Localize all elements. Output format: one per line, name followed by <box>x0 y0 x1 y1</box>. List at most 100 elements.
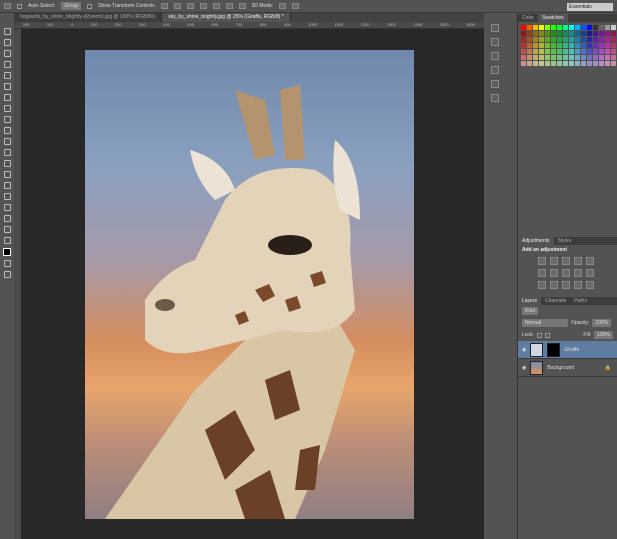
adjustment-icon[interactable] <box>550 269 558 277</box>
swatch[interactable] <box>527 31 532 36</box>
healing-tool[interactable] <box>3 94 11 101</box>
fill-field[interactable]: 100% <box>594 331 613 339</box>
adjustment-icon[interactable] <box>538 281 546 289</box>
swatch[interactable] <box>551 37 556 42</box>
swatch[interactable] <box>533 49 538 54</box>
swatch[interactable] <box>563 43 568 48</box>
swatch[interactable] <box>569 37 574 42</box>
swatch[interactable] <box>551 25 556 30</box>
swatch[interactable] <box>611 55 616 60</box>
swatch[interactable] <box>539 61 544 66</box>
pen-tool[interactable] <box>3 182 11 189</box>
lock-position-icon[interactable] <box>544 332 550 338</box>
brush-tool[interactable] <box>3 105 11 112</box>
move-tool-icon[interactable] <box>4 3 11 9</box>
tab-styles[interactable]: Styles <box>554 237 576 245</box>
swatch[interactable] <box>599 37 604 42</box>
auto-select-checkbox[interactable] <box>17 3 22 9</box>
swatch[interactable] <box>527 55 532 60</box>
swatch[interactable] <box>581 37 586 42</box>
blur-tool[interactable] <box>3 160 11 167</box>
swatch[interactable] <box>593 55 598 60</box>
swatch[interactable] <box>539 55 544 60</box>
tab-sky-giraffe[interactable]: sky_by_shine_brightly.jpg @ 25% (Giraffe… <box>162 13 291 22</box>
swatch[interactable] <box>533 55 538 60</box>
path-select-tool[interactable] <box>3 204 11 211</box>
layer-background[interactable]: ◉ Background 🔒 <box>518 359 617 377</box>
swatch[interactable] <box>557 49 562 54</box>
swatch[interactable] <box>521 61 526 66</box>
swatch[interactable] <box>575 61 580 66</box>
swatch[interactable] <box>557 55 562 60</box>
3d-pan-icon[interactable] <box>292 3 300 9</box>
swatch[interactable] <box>563 31 568 36</box>
layer-mask-thumbnail[interactable] <box>547 342 561 357</box>
swatch[interactable] <box>587 49 592 54</box>
swatch[interactable] <box>557 25 562 30</box>
swatch[interactable] <box>593 31 598 36</box>
history-icon[interactable] <box>491 24 499 32</box>
adjustment-icon[interactable] <box>550 281 558 289</box>
paragraph-icon[interactable] <box>491 66 499 74</box>
swatch[interactable] <box>563 25 568 30</box>
opacity-field[interactable]: 100% <box>592 319 612 327</box>
swatch[interactable] <box>545 25 550 30</box>
swatch[interactable] <box>611 49 616 54</box>
eyedropper-tool[interactable] <box>3 83 11 90</box>
swatch[interactable] <box>521 31 526 36</box>
swatch[interactable] <box>539 43 544 48</box>
distribute-h-icon[interactable] <box>212 3 220 9</box>
distribute-icon[interactable] <box>199 3 207 9</box>
swatch[interactable] <box>575 43 580 48</box>
swatch[interactable] <box>557 61 562 66</box>
properties-icon[interactable] <box>491 80 499 88</box>
align-middle-icon[interactable] <box>173 3 181 9</box>
zoom-tool[interactable] <box>3 237 11 244</box>
swatch[interactable] <box>593 37 598 42</box>
swatch[interactable] <box>605 55 610 60</box>
tab-channels[interactable]: Channels <box>541 297 570 305</box>
swatch[interactable] <box>557 31 562 36</box>
swatch[interactable] <box>575 37 580 42</box>
swatch[interactable] <box>569 49 574 54</box>
swatch[interactable] <box>611 37 616 42</box>
swatch[interactable] <box>545 61 550 66</box>
swatch[interactable] <box>605 61 610 66</box>
tab-paths[interactable]: Paths <box>570 297 591 305</box>
quick-mask-button[interactable] <box>3 260 11 267</box>
adjustment-icon[interactable] <box>586 257 594 265</box>
swatch[interactable] <box>605 25 610 30</box>
adjustment-icon[interactable] <box>562 269 570 277</box>
swatch[interactable] <box>527 37 532 42</box>
swatch[interactable] <box>569 61 574 66</box>
swatch[interactable] <box>575 25 580 30</box>
swatch[interactable] <box>605 43 610 48</box>
swatch[interactable] <box>593 61 598 66</box>
swatch[interactable] <box>599 25 604 30</box>
swatch[interactable] <box>527 61 532 66</box>
adjustment-icon[interactable] <box>586 269 594 277</box>
workspace-dropdown[interactable]: Essentials <box>567 3 613 11</box>
swatch[interactable] <box>527 43 532 48</box>
adjustment-icon[interactable] <box>574 281 582 289</box>
swatch[interactable] <box>593 49 598 54</box>
swatch[interactable] <box>599 61 604 66</box>
swatch[interactable] <box>527 49 532 54</box>
swatch[interactable] <box>545 43 550 48</box>
swatch[interactable] <box>575 49 580 54</box>
swatch[interactable] <box>611 25 616 30</box>
visibility-eye-icon[interactable]: ◉ <box>522 347 526 353</box>
swatch[interactable] <box>533 25 538 30</box>
actions-icon[interactable] <box>491 38 499 46</box>
screen-mode-button[interactable] <box>3 271 11 278</box>
swatch[interactable] <box>605 31 610 36</box>
swatch[interactable] <box>533 37 538 42</box>
type-tool[interactable] <box>3 193 11 200</box>
swatch[interactable] <box>587 37 592 42</box>
adjustment-icon[interactable] <box>574 257 582 265</box>
stamp-tool[interactable] <box>3 116 11 123</box>
swatch[interactable] <box>587 55 592 60</box>
swatch[interactable] <box>569 31 574 36</box>
swatch[interactable] <box>563 55 568 60</box>
visibility-eye-icon[interactable]: ◉ <box>522 365 526 371</box>
